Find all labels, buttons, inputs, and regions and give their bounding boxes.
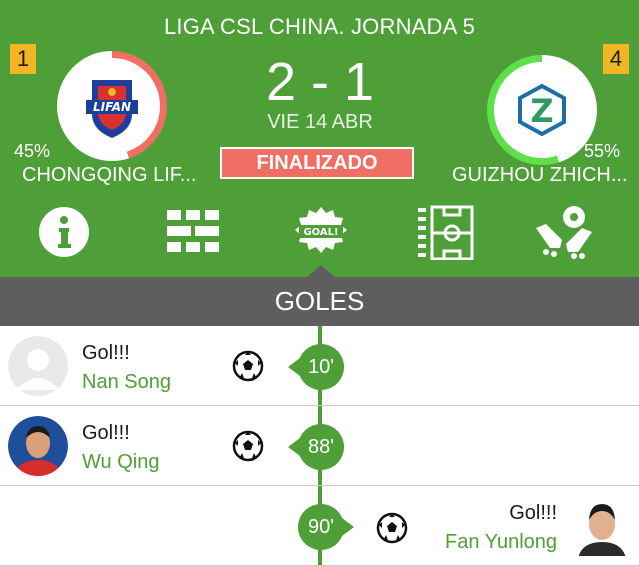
lifan-logo-icon: LIFAN: [86, 80, 138, 138]
player-avatar-placeholder: [8, 336, 68, 396]
default-avatar-icon: [8, 336, 68, 396]
player-photo-icon: [574, 496, 630, 556]
goal-label: Gol!!!: [82, 422, 130, 444]
player-avatar-photo: [8, 416, 68, 476]
goal-minute: 10': [288, 344, 344, 390]
home-team-name[interactable]: CHONGQING LIF...: [22, 164, 222, 187]
minute-tip: [288, 358, 300, 376]
goal-minute-label: 88': [307, 436, 335, 458]
soccer-ball-icon: [232, 350, 264, 382]
tab-goals[interactable]: GOAL!: [293, 204, 349, 260]
home-possession: 45%: [14, 141, 51, 161]
match-status-badge: FINALIZADO: [220, 147, 414, 179]
match-date: VIE 14 ABR: [267, 111, 373, 133]
section-header: GOLES: [0, 277, 639, 326]
goal-label: Gol!!!: [509, 502, 557, 524]
player-photo-icon: [8, 416, 68, 476]
goal-badge-icon: GOAL!: [295, 207, 347, 253]
minute-tip: [288, 438, 300, 456]
tab-info[interactable]: [36, 204, 92, 260]
tab-boots[interactable]: [534, 204, 592, 260]
home-crest-inner: LIFAN: [64, 58, 160, 154]
goal-label: Gol!!!: [82, 342, 130, 364]
guizhou-logo-icon: Z: [518, 83, 566, 137]
guizhou-logo-text: Z: [530, 92, 553, 130]
goal-row[interactable]: 90' Gol!!! Fan Yunlong: [0, 486, 639, 566]
away-possession: 55%: [584, 141, 621, 161]
goal-row[interactable]: Gol!!! Wu Qing 88': [0, 406, 639, 486]
goal-badge-label: GOAL!: [303, 227, 338, 238]
info-icon: [39, 207, 89, 257]
league-title: LIGA CSL CHINA. JORNADA 5: [163, 14, 476, 39]
match-score: 2 - 1: [265, 52, 375, 112]
goal-row[interactable]: Gol!!! Nan Song 10': [0, 326, 639, 406]
tab-field[interactable]: [418, 204, 474, 261]
home-team-crest[interactable]: LIFAN: [57, 51, 167, 161]
soccer-ball-icon: [232, 430, 264, 462]
match-header: LIGA CSL CHINA. JORNADA 5 1 4 LIFAN Z 45…: [0, 0, 639, 277]
boots-icon: [536, 206, 592, 259]
goal-scorer[interactable]: Nan Song: [82, 371, 171, 394]
field-icon: [418, 205, 474, 261]
home-rank-badge: 1: [10, 44, 36, 74]
goal-scorer[interactable]: Wu Qing: [82, 451, 159, 474]
goal-scorer[interactable]: Fan Yunlong: [445, 531, 557, 554]
away-rank-badge: 4: [603, 44, 629, 74]
goal-minute: 90': [298, 504, 354, 550]
goal-minute-label: 90': [307, 516, 335, 538]
tab-lineups[interactable]: [165, 204, 221, 260]
soccer-ball-icon: [376, 512, 408, 544]
active-tab-pointer: [307, 265, 335, 277]
goal-minute-label: 10': [307, 356, 335, 378]
away-team-name[interactable]: GUIZHOU ZHICH...: [452, 164, 639, 187]
goal-minute: 88': [288, 424, 344, 470]
minute-tip: [342, 518, 354, 536]
player-avatar-photo: [574, 496, 634, 556]
away-crest-inner: Z: [494, 62, 590, 158]
away-team-crest[interactable]: Z: [487, 55, 597, 165]
lifan-logo-text: LIFAN: [93, 100, 131, 114]
lineup-icon: [167, 210, 219, 252]
